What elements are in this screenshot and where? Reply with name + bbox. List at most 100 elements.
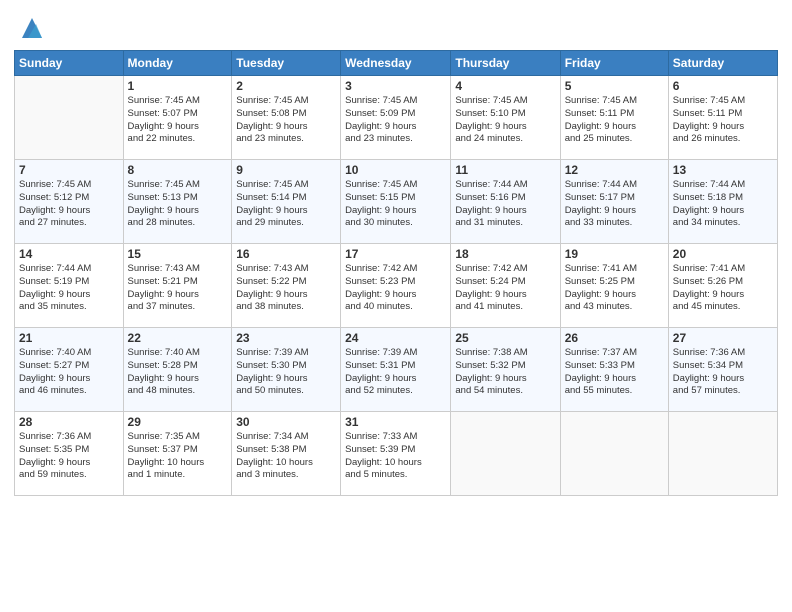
day-number: 2: [236, 79, 336, 93]
day-info: Sunrise: 7:41 AM Sunset: 5:25 PM Dayligh…: [565, 263, 664, 314]
calendar-cell: 9 Sunrise: 7:45 AM Sunset: 5:14 PM Daylig…: [232, 160, 341, 244]
calendar-cell: [560, 412, 668, 496]
week-row-2: 7Sunrise: 7:45 AM Sunset: 5:12 PM Daylig…: [15, 160, 778, 244]
day-number: 16: [236, 247, 336, 261]
day-number: 1: [128, 79, 228, 93]
calendar-cell: 27 Sunrise: 7:36 AM Sunset: 5:34 PM Dayli…: [668, 328, 777, 412]
calendar-cell: 7Sunrise: 7:45 AM Sunset: 5:12 PM Daylig…: [15, 160, 124, 244]
day-number: 26: [565, 331, 664, 345]
day-info: Sunrise: 7:45 AM Sunset: 5:08 PM Dayligh…: [236, 95, 336, 146]
day-info: Sunrise: 7:45 AM Sunset: 5:11 PM Dayligh…: [565, 95, 664, 146]
day-info: Sunrise: 7:39 AM Sunset: 5:31 PM Dayligh…: [345, 347, 446, 398]
day-number: 19: [565, 247, 664, 261]
weekday-header-sunday: Sunday: [15, 51, 124, 76]
day-number: 10: [345, 163, 446, 177]
week-row-5: 28Sunrise: 7:36 AM Sunset: 5:35 PM Dayli…: [15, 412, 778, 496]
calendar-table: SundayMondayTuesdayWednesdayThursdayFrid…: [14, 50, 778, 496]
calendar-cell: 5 Sunrise: 7:45 AM Sunset: 5:11 PM Daylig…: [560, 76, 668, 160]
calendar-cell: 1 Sunrise: 7:45 AM Sunset: 5:07 PM Daylig…: [123, 76, 232, 160]
day-info: Sunrise: 7:40 AM Sunset: 5:27 PM Dayligh…: [19, 347, 119, 398]
day-info: Sunrise: 7:44 AM Sunset: 5:17 PM Dayligh…: [565, 179, 664, 230]
calendar-header: SundayMondayTuesdayWednesdayThursdayFrid…: [15, 51, 778, 76]
day-info: Sunrise: 7:43 AM Sunset: 5:22 PM Dayligh…: [236, 263, 336, 314]
day-info: Sunrise: 7:42 AM Sunset: 5:23 PM Dayligh…: [345, 263, 446, 314]
day-info: Sunrise: 7:36 AM Sunset: 5:35 PM Dayligh…: [19, 431, 119, 482]
day-info: Sunrise: 7:45 AM Sunset: 5:13 PM Dayligh…: [128, 179, 228, 230]
calendar-cell: 25 Sunrise: 7:38 AM Sunset: 5:32 PM Dayli…: [451, 328, 560, 412]
day-info: Sunrise: 7:45 AM Sunset: 5:09 PM Dayligh…: [345, 95, 446, 146]
weekday-header-thursday: Thursday: [451, 51, 560, 76]
day-info: Sunrise: 7:45 AM Sunset: 5:15 PM Dayligh…: [345, 179, 446, 230]
calendar-cell: 28Sunrise: 7:36 AM Sunset: 5:35 PM Dayli…: [15, 412, 124, 496]
calendar-cell: 12 Sunrise: 7:44 AM Sunset: 5:17 PM Dayli…: [560, 160, 668, 244]
day-number: 4: [455, 79, 555, 93]
calendar-cell: 14 Sunrise: 7:44 AM Sunset: 5:19 PM Dayli…: [15, 244, 124, 328]
day-number: 12: [565, 163, 664, 177]
weekday-row: SundayMondayTuesdayWednesdayThursdayFrid…: [15, 51, 778, 76]
day-info: Sunrise: 7:43 AM Sunset: 5:21 PM Dayligh…: [128, 263, 228, 314]
day-info: Sunrise: 7:41 AM Sunset: 5:26 PM Dayligh…: [673, 263, 773, 314]
day-info: Sunrise: 7:33 AM Sunset: 5:39 PM Dayligh…: [345, 431, 446, 482]
day-info: Sunrise: 7:38 AM Sunset: 5:32 PM Dayligh…: [455, 347, 555, 398]
calendar-cell: 30 Sunrise: 7:34 AM Sunset: 5:38 PM Dayli…: [232, 412, 341, 496]
day-info: Sunrise: 7:45 AM Sunset: 5:11 PM Dayligh…: [673, 95, 773, 146]
calendar-cell: 19 Sunrise: 7:41 AM Sunset: 5:25 PM Dayli…: [560, 244, 668, 328]
day-info: Sunrise: 7:44 AM Sunset: 5:19 PM Dayligh…: [19, 263, 119, 314]
day-number: 24: [345, 331, 446, 345]
weekday-header-monday: Monday: [123, 51, 232, 76]
day-info: Sunrise: 7:34 AM Sunset: 5:38 PM Dayligh…: [236, 431, 336, 482]
week-row-4: 21 Sunrise: 7:40 AM Sunset: 5:27 PM Dayli…: [15, 328, 778, 412]
day-info: Sunrise: 7:39 AM Sunset: 5:30 PM Dayligh…: [236, 347, 336, 398]
day-info: Sunrise: 7:36 AM Sunset: 5:34 PM Dayligh…: [673, 347, 773, 398]
day-info: Sunrise: 7:44 AM Sunset: 5:18 PM Dayligh…: [673, 179, 773, 230]
day-number: 23: [236, 331, 336, 345]
day-number: 30: [236, 415, 336, 429]
day-number: 29: [128, 415, 228, 429]
calendar-cell: 10 Sunrise: 7:45 AM Sunset: 5:15 PM Dayli…: [341, 160, 451, 244]
day-info: Sunrise: 7:45 AM Sunset: 5:12 PM Dayligh…: [19, 179, 119, 230]
header: [14, 10, 778, 42]
calendar-cell: 17 Sunrise: 7:42 AM Sunset: 5:23 PM Dayli…: [341, 244, 451, 328]
weekday-header-saturday: Saturday: [668, 51, 777, 76]
day-number: 5: [565, 79, 664, 93]
day-info: Sunrise: 7:35 AM Sunset: 5:37 PM Dayligh…: [128, 431, 228, 482]
calendar-cell: 2 Sunrise: 7:45 AM Sunset: 5:08 PM Daylig…: [232, 76, 341, 160]
day-number: 18: [455, 247, 555, 261]
calendar-cell: 23 Sunrise: 7:39 AM Sunset: 5:30 PM Dayli…: [232, 328, 341, 412]
day-number: 27: [673, 331, 773, 345]
calendar-cell: 3 Sunrise: 7:45 AM Sunset: 5:09 PM Daylig…: [341, 76, 451, 160]
day-info: Sunrise: 7:44 AM Sunset: 5:16 PM Dayligh…: [455, 179, 555, 230]
day-info: Sunrise: 7:45 AM Sunset: 5:14 PM Dayligh…: [236, 179, 336, 230]
calendar-cell: 29 Sunrise: 7:35 AM Sunset: 5:37 PM Dayli…: [123, 412, 232, 496]
day-number: 9: [236, 163, 336, 177]
calendar-cell: 20 Sunrise: 7:41 AM Sunset: 5:26 PM Dayli…: [668, 244, 777, 328]
day-number: 25: [455, 331, 555, 345]
weekday-header-friday: Friday: [560, 51, 668, 76]
logo: [14, 14, 46, 42]
day-number: 14: [19, 247, 119, 261]
day-info: Sunrise: 7:42 AM Sunset: 5:24 PM Dayligh…: [455, 263, 555, 314]
calendar-cell: 18 Sunrise: 7:42 AM Sunset: 5:24 PM Dayli…: [451, 244, 560, 328]
day-number: 6: [673, 79, 773, 93]
day-info: Sunrise: 7:37 AM Sunset: 5:33 PM Dayligh…: [565, 347, 664, 398]
calendar-cell: 16 Sunrise: 7:43 AM Sunset: 5:22 PM Dayli…: [232, 244, 341, 328]
calendar-cell: [668, 412, 777, 496]
calendar-cell: 6 Sunrise: 7:45 AM Sunset: 5:11 PM Daylig…: [668, 76, 777, 160]
day-number: 17: [345, 247, 446, 261]
day-number: 11: [455, 163, 555, 177]
week-row-3: 14 Sunrise: 7:44 AM Sunset: 5:19 PM Dayli…: [15, 244, 778, 328]
calendar-cell: 11 Sunrise: 7:44 AM Sunset: 5:16 PM Dayli…: [451, 160, 560, 244]
day-number: 3: [345, 79, 446, 93]
calendar-cell: [15, 76, 124, 160]
day-info: Sunrise: 7:40 AM Sunset: 5:28 PM Dayligh…: [128, 347, 228, 398]
calendar-cell: 24 Sunrise: 7:39 AM Sunset: 5:31 PM Dayli…: [341, 328, 451, 412]
day-number: 15: [128, 247, 228, 261]
logo-icon: [18, 14, 46, 42]
day-number: 21: [19, 331, 119, 345]
day-number: 20: [673, 247, 773, 261]
day-info: Sunrise: 7:45 AM Sunset: 5:07 PM Dayligh…: [128, 95, 228, 146]
weekday-header-wednesday: Wednesday: [341, 51, 451, 76]
day-info: Sunrise: 7:45 AM Sunset: 5:10 PM Dayligh…: [455, 95, 555, 146]
page: SundayMondayTuesdayWednesdayThursdayFrid…: [0, 0, 792, 612]
calendar-cell: 8Sunrise: 7:45 AM Sunset: 5:13 PM Daylig…: [123, 160, 232, 244]
